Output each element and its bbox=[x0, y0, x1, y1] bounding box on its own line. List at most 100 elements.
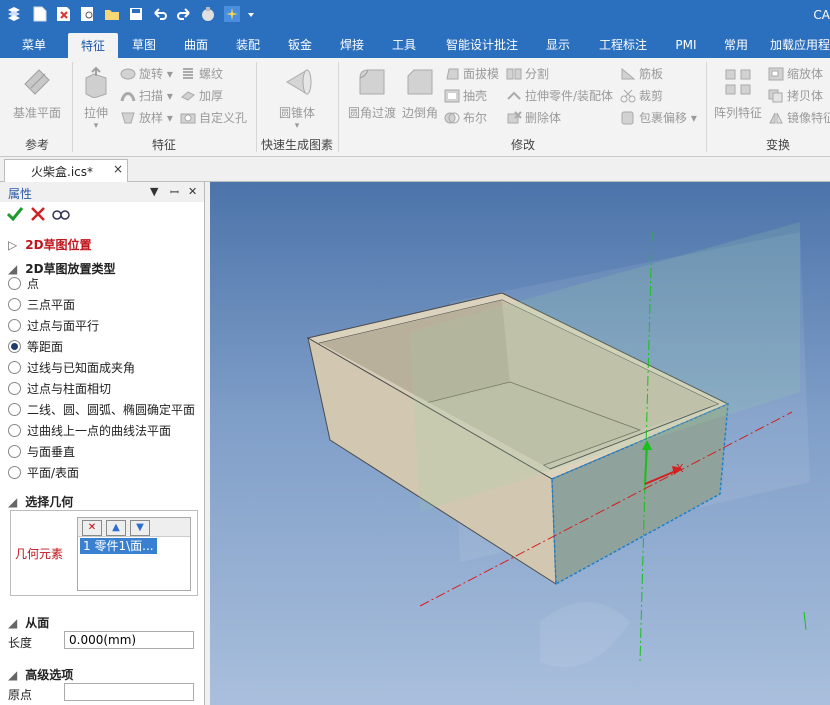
undo-icon[interactable] bbox=[152, 6, 168, 22]
tab-display[interactable]: 显示 bbox=[536, 30, 580, 58]
close-icon[interactable]: × bbox=[113, 162, 123, 176]
radio-button[interactable] bbox=[8, 403, 21, 416]
datum-plane-button[interactable]: 基准平面 bbox=[8, 62, 66, 121]
geometry-list-item[interactable]: 1 零件1\面... bbox=[80, 538, 157, 554]
open-folder-icon[interactable] bbox=[104, 6, 120, 22]
tab-pmi[interactable]: PMI bbox=[666, 30, 706, 58]
panel-close-icon[interactable]: ✕ bbox=[188, 185, 197, 198]
radio-two-lines[interactable]: 二线、圆、圆弧、椭圆确定平面 bbox=[8, 400, 195, 420]
sparkle-icon[interactable] bbox=[224, 6, 240, 22]
geometry-list[interactable]: ✕ ▲ ▼ 1 零件1\面... bbox=[77, 517, 191, 591]
mirror-button[interactable]: 镜像特征 bbox=[768, 108, 830, 128]
radio-line-angle[interactable]: 过线与已知面成夹角 bbox=[8, 358, 135, 378]
delete-body-button[interactable]: 删除体 bbox=[506, 108, 561, 128]
helix-label: 螺纹 bbox=[199, 67, 224, 81]
section-select-geometry[interactable]: ◢ 选择几何 bbox=[8, 493, 73, 510]
radio-button[interactable] bbox=[8, 277, 21, 290]
tab-surface[interactable]: 曲面 bbox=[174, 30, 218, 58]
document-tab[interactable]: 火柴盒.ics* × bbox=[4, 159, 128, 182]
trim-button[interactable]: 裁剪 bbox=[620, 86, 663, 106]
custom-hole-button[interactable]: 自定义孔 bbox=[180, 108, 247, 128]
split-button[interactable]: 分割 bbox=[506, 64, 549, 84]
confirm-icon[interactable] bbox=[6, 205, 24, 226]
tab-feature[interactable]: 特征 bbox=[68, 33, 118, 58]
radio-button[interactable] bbox=[8, 424, 21, 437]
radio-point[interactable]: 点 bbox=[8, 274, 39, 294]
move-down-icon[interactable]: ▼ bbox=[130, 520, 150, 536]
radio-offset-plane[interactable]: 等距面 bbox=[8, 337, 63, 357]
radio-button[interactable] bbox=[8, 298, 21, 311]
section-advanced[interactable]: ◢ 高级选项 bbox=[8, 666, 73, 683]
close-file-icon[interactable] bbox=[56, 6, 72, 22]
tab-dimensioning[interactable]: 工程标注 bbox=[590, 30, 656, 58]
radio-button-selected[interactable] bbox=[8, 340, 21, 353]
remove-geometry-icon[interactable]: ✕ bbox=[82, 520, 102, 536]
radio-three-point-plane[interactable]: 三点平面 bbox=[8, 295, 75, 315]
chamfer-button[interactable]: 边倒角 bbox=[400, 62, 440, 121]
origin-input[interactable] bbox=[64, 683, 194, 701]
ribbon-separator bbox=[706, 62, 707, 152]
collapse-icon[interactable]: ◢ bbox=[8, 616, 17, 630]
title-bar: CA bbox=[0, 0, 830, 30]
radio-curve-normal[interactable]: 过曲线上一点的曲线法平面 bbox=[8, 421, 171, 441]
tab-common[interactable]: 常用 bbox=[714, 30, 758, 58]
preview-icon[interactable] bbox=[80, 6, 96, 22]
tab-tools[interactable]: 工具 bbox=[382, 30, 426, 58]
expand-icon[interactable]: ▷ bbox=[8, 238, 17, 252]
3d-viewport[interactable]: X bbox=[210, 182, 830, 705]
collapse-icon[interactable]: ◢ bbox=[8, 668, 17, 682]
extrude-button[interactable]: 拉伸 ▾ bbox=[76, 62, 116, 131]
radio-point-parallel[interactable]: 过点与面平行 bbox=[8, 316, 99, 336]
move-up-icon[interactable]: ▲ bbox=[106, 520, 126, 536]
radio-button[interactable] bbox=[8, 382, 21, 395]
extrude-part-button[interactable]: 拉伸零件/装配体 bbox=[506, 86, 613, 106]
pin-icon[interactable]: ꟷ bbox=[170, 185, 179, 200]
tab-sketch[interactable]: 草图 bbox=[122, 30, 166, 58]
quick-access-dropdown-icon[interactable] bbox=[246, 6, 256, 22]
cone-dropdown-icon[interactable]: ▾ bbox=[262, 121, 332, 131]
tab-smart-annotation[interactable]: 智能设计批注 bbox=[436, 30, 528, 58]
fillet-button[interactable]: 圆角过渡 bbox=[344, 62, 400, 121]
radio-button[interactable] bbox=[8, 361, 21, 374]
radio-point-tangent[interactable]: 过点与柱面相切 bbox=[8, 379, 111, 399]
copy-button[interactable]: 拷贝体 bbox=[768, 86, 823, 106]
new-file-icon[interactable] bbox=[32, 6, 48, 22]
tab-menu[interactable]: 菜单 bbox=[10, 30, 58, 58]
shell-button[interactable]: 抽壳 bbox=[444, 86, 487, 106]
cancel-icon[interactable] bbox=[30, 206, 46, 225]
pattern-button[interactable]: 阵列特征 bbox=[710, 62, 766, 121]
model-scene[interactable]: X bbox=[210, 182, 830, 705]
app-logo-icon[interactable] bbox=[6, 6, 22, 22]
thicken-button[interactable]: 加厚 bbox=[180, 86, 223, 106]
radio-button[interactable] bbox=[8, 466, 21, 479]
panel-menu-icon[interactable]: ▼ bbox=[150, 185, 158, 198]
tab-sheetmetal[interactable]: 钣金 bbox=[278, 30, 322, 58]
wrap-offset-button[interactable]: 包裹偏移 ▾ bbox=[620, 108, 697, 128]
revolve-button[interactable]: 旋转 ▾ bbox=[120, 64, 173, 84]
section-sketch-position[interactable]: ▷ 2D草图位置 bbox=[8, 236, 92, 253]
extrude-dropdown-icon[interactable]: ▾ bbox=[76, 121, 116, 131]
radio-button[interactable] bbox=[8, 445, 21, 458]
rib-button[interactable]: 筋板 bbox=[620, 64, 663, 84]
loft-button[interactable]: 放样 ▾ bbox=[120, 108, 173, 128]
radio-plane-surface[interactable]: 平面/表面 bbox=[8, 463, 79, 483]
radio-perpendicular[interactable]: 与面垂直 bbox=[8, 442, 75, 462]
collapse-icon[interactable]: ◢ bbox=[8, 495, 17, 509]
radio-button[interactable] bbox=[8, 319, 21, 332]
regenerate-icon[interactable] bbox=[200, 6, 216, 22]
length-input[interactable] bbox=[64, 631, 194, 649]
redo-icon[interactable] bbox=[176, 6, 192, 22]
scale-button[interactable]: 缩放体 bbox=[768, 64, 823, 84]
boolean-button[interactable]: 布尔 bbox=[444, 108, 487, 128]
helix-button[interactable]: 螺纹 bbox=[180, 64, 223, 84]
draft-button[interactable]: 面拔模 bbox=[444, 64, 499, 84]
section-from-face[interactable]: ◢ 从面 bbox=[8, 614, 49, 631]
save-icon[interactable] bbox=[128, 6, 144, 22]
cone-button[interactable]: 圆锥体 ▾ bbox=[262, 62, 332, 131]
sweep-button[interactable]: 扫描 ▾ bbox=[120, 86, 173, 106]
tab-addins[interactable]: 加载应用程 bbox=[770, 30, 830, 58]
tab-assembly[interactable]: 装配 bbox=[226, 30, 270, 58]
tab-welding[interactable]: 焊接 bbox=[330, 30, 374, 58]
radio-label: 与面垂直 bbox=[27, 445, 76, 459]
preview-glasses-icon[interactable] bbox=[52, 207, 70, 224]
